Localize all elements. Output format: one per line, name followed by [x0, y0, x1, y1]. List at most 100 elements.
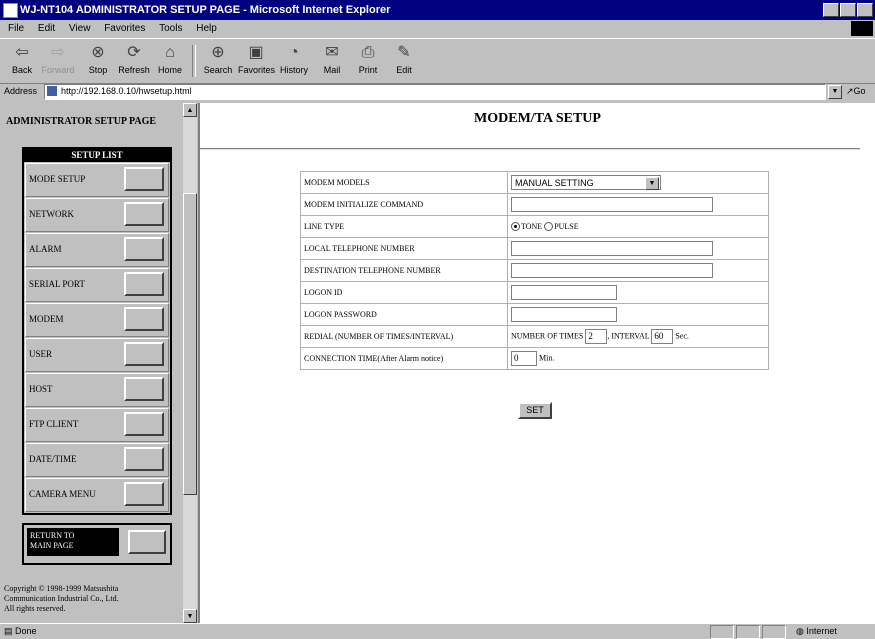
logon-pw-input[interactable]: [511, 307, 617, 322]
interval-label: INTERVAL: [611, 331, 650, 341]
copyright-text: Copyright © 1998-1999 Matsushita Communi…: [4, 584, 119, 613]
back-button[interactable]: ⇦ Back: [4, 43, 40, 79]
mode-setup-button[interactable]: [124, 167, 164, 191]
table-row: LINE TYPE TONE PULSE: [300, 215, 769, 238]
set-button[interactable]: SET: [518, 402, 552, 419]
alarm-button[interactable]: [124, 237, 164, 261]
modem-models-select[interactable]: MANUAL SETTING ▼: [511, 175, 661, 190]
menu-tools[interactable]: Tools: [159, 23, 182, 34]
sidebar-item-user[interactable]: USER: [25, 338, 169, 372]
sidebar-item-modem[interactable]: MODEM: [25, 303, 169, 337]
interval-unit: Sec.: [675, 331, 689, 341]
scroll-up-icon[interactable]: ▲: [183, 103, 197, 117]
menu-favorites[interactable]: Favorites: [104, 23, 145, 34]
favorites-button[interactable]: ▣ Favorites: [238, 43, 275, 79]
return-to-main-page[interactable]: RETURN TO MAIN PAGE: [22, 523, 172, 565]
connection-time-input[interactable]: 0: [511, 351, 537, 366]
refresh-button[interactable]: ⟳ Refresh: [116, 43, 152, 79]
sidebar-item-date-time[interactable]: DATE/TIME: [25, 443, 169, 477]
serial-port-button[interactable]: [124, 272, 164, 296]
modem-settings-table: MODEM MODELS MANUAL SETTING ▼ MODEM INITI…: [300, 171, 769, 370]
tone-label: TONE: [521, 221, 543, 231]
date-time-button[interactable]: [124, 447, 164, 471]
sidebar-item-network[interactable]: NETWORK: [25, 198, 169, 232]
browser-window: WJ-NT104 ADMINISTRATOR SETUP PAGE - Micr…: [0, 0, 875, 639]
status-bar: ▤ Done ◍ Internet: [0, 623, 875, 639]
left-frame-scrollbar[interactable]: ▲ ▼: [183, 103, 197, 623]
globe-icon: ◍: [796, 626, 804, 636]
history-icon: ◔: [289, 44, 299, 61]
favorites-icon: ▣: [248, 44, 264, 61]
ftp-client-button[interactable]: [124, 412, 164, 436]
host-button[interactable]: [124, 377, 164, 401]
status-text: ▤ Done: [4, 626, 37, 636]
scroll-down-icon[interactable]: ▼: [183, 609, 197, 623]
mail-button[interactable]: ✉ Mail: [314, 43, 350, 79]
address-input[interactable]: http://192.168.0.10/hwsetup.html: [44, 84, 826, 100]
print-button[interactable]: ⎙ Print: [350, 43, 386, 79]
title-bar: WJ-NT104 ADMINISTRATOR SETUP PAGE - Micr…: [0, 0, 875, 20]
menu-file[interactable]: File: [8, 23, 24, 34]
page-title: MODEM/TA SETUP: [474, 111, 601, 126]
stop-icon: ⊗: [91, 44, 105, 61]
scroll-thumb[interactable]: [183, 193, 197, 495]
menu-view[interactable]: View: [69, 23, 91, 34]
sidebar-item-serial-port[interactable]: SERIAL PORT: [25, 268, 169, 302]
times-label: NUMBER OF TIMES: [511, 331, 584, 341]
dest-tel-input[interactable]: [511, 263, 713, 278]
edit-icon: ✎: [397, 44, 411, 61]
network-button[interactable]: [124, 202, 164, 226]
logon-pw-label: LOGON PASSWORD: [300, 303, 508, 326]
redial-separator: ,: [607, 331, 610, 341]
address-label: Address: [4, 86, 38, 96]
table-row: MODEM INITIALIZE COMMAND: [300, 193, 769, 216]
forward-button[interactable]: ⇨ Forward: [40, 43, 76, 79]
menu-help[interactable]: Help: [196, 23, 217, 34]
toolbar: ⇦ Back ⇨ Forward ⊗ Stop ⟳ Refresh ⌂ Home ⊕ Sea…: [0, 38, 875, 84]
return-button[interactable]: [128, 530, 166, 554]
table-row: CONNECTION TIME(After Alarm notice) 0 Mi…: [300, 347, 769, 370]
edit-button[interactable]: ✎ Edit: [386, 43, 422, 79]
page-done-icon: ▤: [4, 626, 13, 636]
modem-models-label: MODEM MODELS: [300, 171, 508, 194]
logon-id-input[interactable]: [511, 285, 617, 300]
tone-radio[interactable]: [511, 222, 520, 232]
connection-unit: Min.: [539, 353, 555, 363]
left-frame: ADMINISTRATOR SETUP PAGE SETUP LIST MODE…: [0, 103, 200, 623]
table-row: MODEM MODELS MANUAL SETTING ▼: [300, 171, 769, 194]
user-button[interactable]: [124, 342, 164, 366]
stop-button[interactable]: ⊗ Stop: [80, 43, 116, 79]
ie-app-icon: [3, 3, 18, 18]
pulse-radio[interactable]: [544, 222, 554, 232]
sidebar-item-ftp-client[interactable]: FTP CLIENT: [25, 408, 169, 442]
redial-times-input[interactable]: 2: [585, 329, 608, 344]
chevron-down-icon: ▼: [645, 177, 659, 190]
local-tel-input[interactable]: [511, 241, 713, 256]
maximize-button[interactable]: [840, 3, 856, 17]
minimize-button[interactable]: [823, 3, 839, 17]
address-dropdown-button[interactable]: ▼: [828, 85, 842, 99]
status-pane: [710, 625, 734, 639]
sidebar-item-mode-setup[interactable]: MODE SETUP: [25, 163, 169, 197]
go-button[interactable]: ↗Go: [846, 86, 866, 97]
home-button[interactable]: ⌂ Home: [152, 43, 188, 79]
redial-interval-input[interactable]: 60: [651, 329, 674, 344]
home-icon: ⌂: [165, 44, 175, 61]
sidebar-item-alarm[interactable]: ALARM: [25, 233, 169, 267]
window-title: WJ-NT104 ADMINISTRATOR SETUP PAGE - Micr…: [20, 4, 391, 16]
setup-list-title: SETUP LIST: [24, 149, 170, 162]
toolbar-separator: [192, 45, 196, 77]
search-button[interactable]: ⊕ Search: [200, 43, 236, 79]
address-url: http://192.168.0.10/hwsetup.html: [61, 86, 192, 96]
sidebar-item-camera-menu[interactable]: CAMERA MENU: [25, 478, 169, 512]
menu-bar: File Edit View Favorites Tools Help: [0, 20, 875, 37]
main-frame: MODEM/TA SETUP MODEM MODELS MANUAL SETTI…: [200, 103, 875, 623]
init-command-input[interactable]: [511, 197, 713, 212]
history-button[interactable]: ◔ History: [276, 43, 312, 79]
modem-button[interactable]: [124, 307, 164, 331]
sidebar-item-host[interactable]: HOST: [25, 373, 169, 407]
menu-edit[interactable]: Edit: [38, 23, 55, 34]
close-button[interactable]: [857, 3, 873, 17]
camera-menu-button[interactable]: [124, 482, 164, 506]
windows-logo-icon: [851, 21, 873, 36]
